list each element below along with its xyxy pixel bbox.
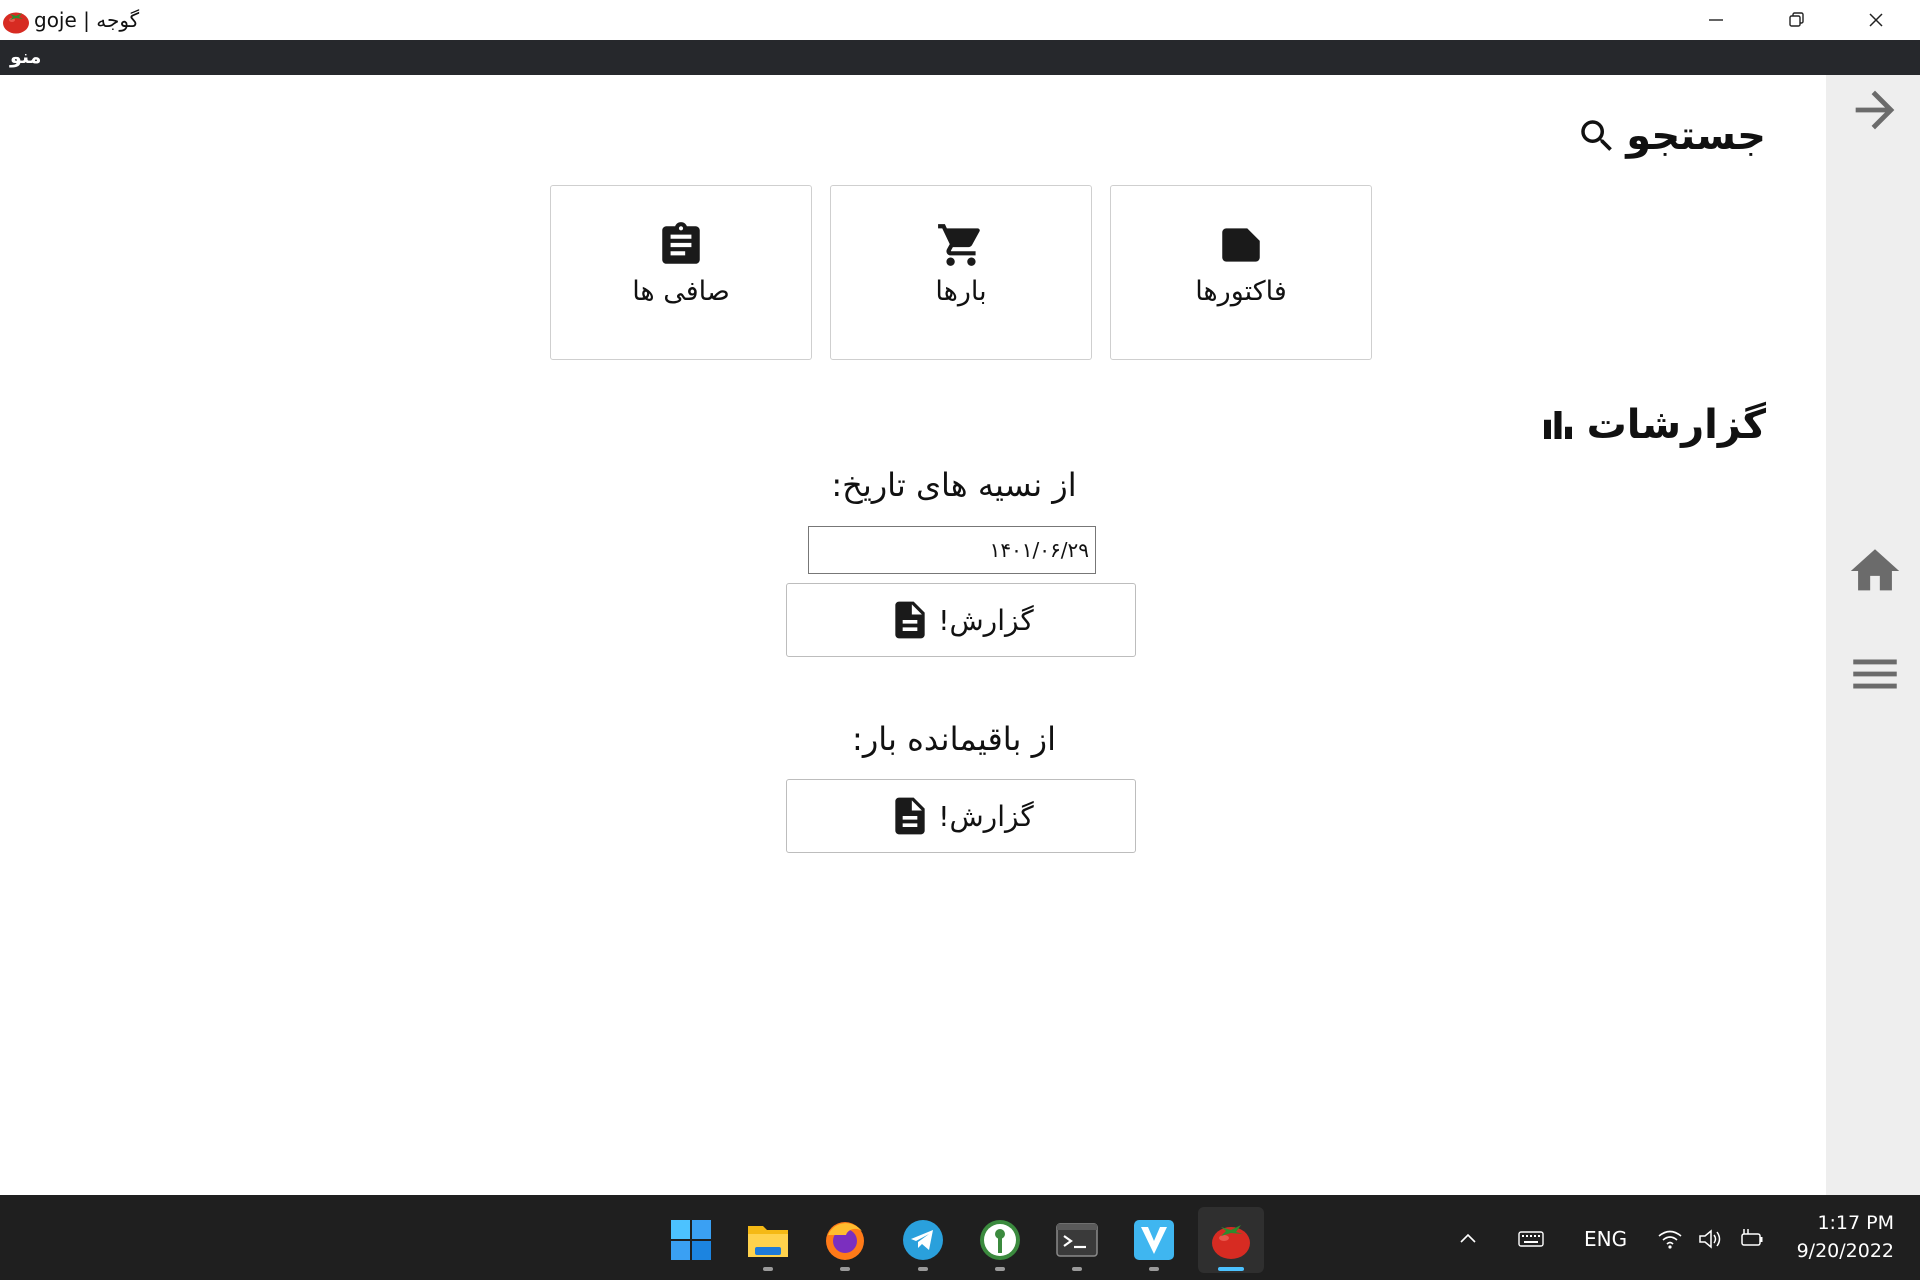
arrow-right-icon[interactable] bbox=[1846, 81, 1904, 139]
bar-chart-icon bbox=[1543, 411, 1572, 439]
vuetify-icon bbox=[1134, 1220, 1174, 1260]
document-icon bbox=[895, 797, 925, 835]
goje-app-button[interactable] bbox=[1198, 1207, 1264, 1273]
close-icon bbox=[1869, 13, 1883, 27]
filters-card[interactable]: صافی ها bbox=[550, 185, 812, 360]
credit-report-button-label: گزارش! bbox=[938, 603, 1034, 637]
shopping-cart-icon bbox=[936, 220, 986, 270]
volume-icon[interactable] bbox=[1696, 1223, 1724, 1255]
keepass-button[interactable] bbox=[967, 1207, 1033, 1273]
firefox-button[interactable] bbox=[812, 1207, 878, 1273]
search-icon bbox=[1581, 120, 1613, 151]
home-icon[interactable] bbox=[1846, 542, 1904, 600]
file-explorer-button[interactable] bbox=[735, 1207, 801, 1273]
wifi-icon[interactable] bbox=[1656, 1223, 1684, 1255]
label-tag-icon bbox=[1216, 220, 1266, 270]
remaining-report-button-label: گزارش! bbox=[938, 799, 1034, 833]
window-title: goje | گوجه bbox=[34, 8, 140, 32]
terminal-button[interactable] bbox=[1044, 1207, 1110, 1273]
minimize-icon bbox=[1709, 19, 1723, 21]
system-clock[interactable]: 1:17 PM 9/20/2022 bbox=[1797, 1209, 1894, 1265]
remaining-report-button[interactable]: گزارش! bbox=[786, 779, 1136, 853]
loads-card[interactable]: بارها bbox=[830, 185, 1092, 360]
keyboard-icon[interactable] bbox=[1514, 1223, 1548, 1255]
clipboard-icon bbox=[656, 220, 706, 270]
vuetify-button[interactable] bbox=[1121, 1207, 1187, 1273]
hamburger-menu-icon[interactable] bbox=[1846, 645, 1904, 703]
clock-date: 9/20/2022 bbox=[1796, 1240, 1894, 1262]
restore-icon bbox=[1789, 12, 1804, 27]
reports-section-heading: گزارشات bbox=[1537, 402, 1766, 448]
menu-button[interactable]: منو bbox=[10, 46, 41, 68]
search-heading-text: جستجو bbox=[1626, 113, 1766, 159]
close-button[interactable] bbox=[1836, 0, 1916, 40]
terminal-icon bbox=[1056, 1223, 1098, 1257]
restore-button[interactable] bbox=[1756, 0, 1836, 40]
date-input[interactable] bbox=[808, 526, 1096, 574]
search-section-heading: جستجو bbox=[1576, 113, 1766, 159]
tomato-icon bbox=[2, 8, 30, 34]
windows-start-icon bbox=[671, 1220, 711, 1260]
file-explorer-icon bbox=[748, 1226, 788, 1257]
invoices-card[interactable]: فاکتورها bbox=[1110, 185, 1372, 360]
minimize-button[interactable] bbox=[1676, 0, 1756, 40]
windows-start-button[interactable] bbox=[658, 1207, 724, 1273]
remaining-report-title: از باقیمانده بار: bbox=[852, 720, 1056, 758]
filters-card-label: صافی ها bbox=[632, 276, 730, 307]
keepass-icon bbox=[980, 1220, 1020, 1260]
chevron-up-icon[interactable] bbox=[1454, 1223, 1482, 1255]
reports-heading-text: گزارشات bbox=[1586, 402, 1766, 448]
credit-report-button[interactable]: گزارش! bbox=[786, 583, 1136, 657]
side-navigation-panel bbox=[1826, 75, 1920, 1195]
goje-tomato-icon bbox=[1212, 1225, 1250, 1259]
firefox-icon bbox=[826, 1222, 864, 1260]
document-icon bbox=[895, 601, 925, 639]
loads-card-label: بارها bbox=[935, 276, 987, 307]
language-indicator[interactable]: ENG bbox=[1584, 1223, 1627, 1255]
taskbar: ENG 1:17 PM 9/20/2022 bbox=[0, 1195, 1920, 1280]
credit-report-title: از نسیه های تاریخ: bbox=[831, 466, 1077, 504]
clock-time: 1:17 PM bbox=[1817, 1212, 1894, 1234]
telegram-icon bbox=[903, 1220, 943, 1260]
window-title-bar: goje | گوجه bbox=[0, 0, 1920, 40]
telegram-button[interactable] bbox=[890, 1207, 956, 1273]
invoices-card-label: فاکتورها bbox=[1195, 276, 1287, 307]
battery-charging-icon[interactable] bbox=[1738, 1223, 1766, 1255]
menu-bar: منو bbox=[0, 40, 1920, 75]
